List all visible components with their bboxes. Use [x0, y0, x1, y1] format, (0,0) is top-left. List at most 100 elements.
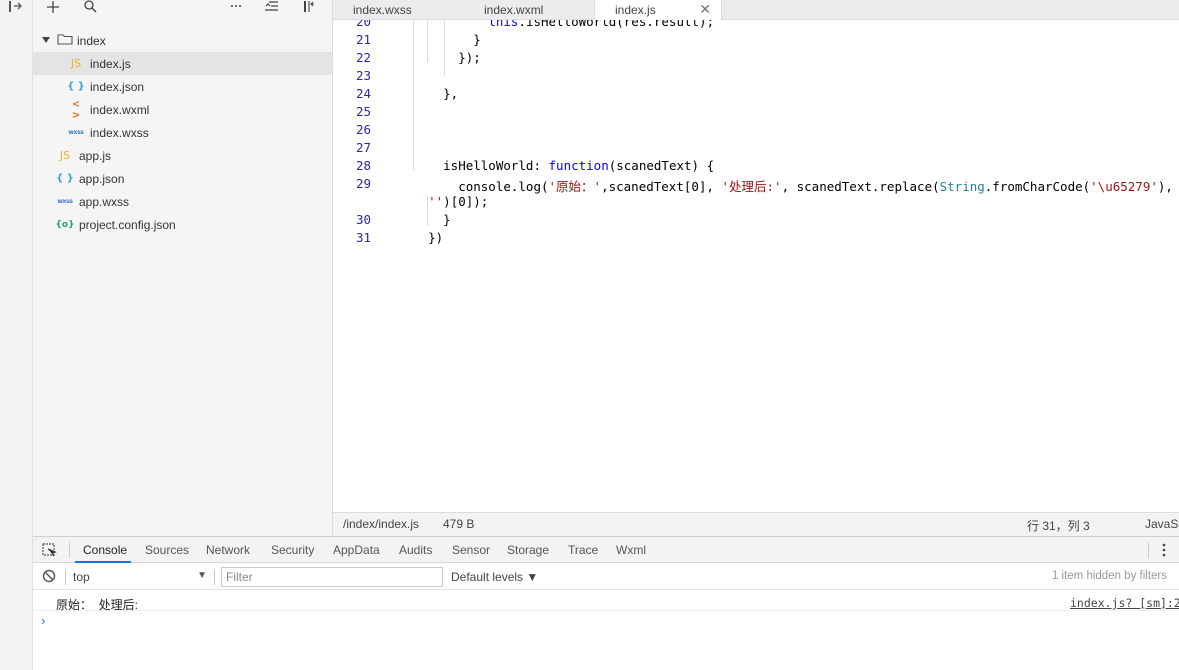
inspect-element-icon[interactable] — [42, 543, 57, 561]
code-line[interactable]: isHelloWorld: function(scanedText) { — [398, 158, 714, 173]
folder-icon — [57, 33, 73, 48]
hidden-items-note: 1 item hidden by filters — [1051, 570, 1167, 582]
tree-item[interactable]: < > index.wxml — [33, 98, 332, 121]
indent-guide — [444, 20, 445, 76]
console-prompt-icon[interactable]: › — [41, 613, 45, 628]
tree-item-label: app.js — [79, 148, 112, 163]
active-tab-indicator — [75, 561, 131, 563]
js-file-icon: JS — [59, 149, 71, 162]
kebab-menu-icon[interactable] — [1161, 542, 1167, 561]
divider — [69, 542, 70, 558]
tree-item-label: index — [77, 33, 106, 48]
tree-item-label: app.json — [79, 171, 125, 186]
tree-item[interactable]: {o} project.config.json — [33, 213, 332, 236]
filter-input[interactable] — [221, 567, 443, 587]
activity-strip — [0, 0, 33, 670]
code-line[interactable]: console.log('原始：',scanedText[0], '处理后:',… — [398, 176, 1173, 195]
toggle-panel-icon[interactable] — [7, 0, 25, 14]
tree-item-label: index.js — [90, 56, 131, 71]
tree-item-label: index.wxml — [90, 102, 150, 117]
tree-item[interactable]: wxss index.wxss — [33, 121, 332, 144]
context-selector[interactable]: top ▼ — [69, 567, 209, 587]
code-line[interactable]: }, — [398, 86, 458, 101]
console-log-row: 原始： 处理后: index.js? [sm]:29 — [33, 591, 1179, 612]
devtools-tab-storage[interactable]: Storage — [507, 543, 549, 557]
line-number: 21 — [355, 32, 371, 47]
tree-item-label: index.wxss — [90, 125, 149, 140]
cfg-file-icon: {o} — [55, 219, 75, 230]
line-number: 30 — [355, 212, 371, 227]
devtools-tab-sources[interactable]: Sources — [145, 543, 189, 557]
log-source-link[interactable]: index.js? [sm]:29 — [1070, 596, 1179, 610]
line-number: 24 — [355, 86, 371, 101]
indent-guide — [413, 20, 414, 170]
file-size: 479 B — [443, 517, 475, 531]
editor-tab-bar: index.wxss index.wxml index.js ✕ — [333, 0, 1179, 20]
devtools-tab-appdata[interactable]: AppData — [333, 543, 380, 557]
line-number: 28 — [355, 158, 371, 173]
devtools-tab-bar: Console Sources Network Security AppData Audi… — [33, 537, 1179, 563]
divider — [1148, 542, 1149, 558]
line-number: 25 — [355, 104, 371, 119]
log-levels-dropdown[interactable]: Default levels ▼ — [451, 570, 538, 584]
json-file-icon: { } — [67, 81, 85, 92]
log-message: 原始： 处理后: — [56, 598, 139, 612]
language-mode[interactable]: JavaScript — [1145, 517, 1179, 531]
wxss-file-icon: wxss — [57, 198, 73, 205]
collapse-all-icon[interactable] — [264, 0, 280, 14]
code-line[interactable]: '')[0]); — [398, 194, 488, 209]
tree-item[interactable]: { } index.json — [33, 75, 332, 98]
divider — [65, 569, 66, 585]
file-path: /index/index.js — [343, 517, 420, 531]
code-editor[interactable]: 20 this.isHelloWorld(res.result); 21 } 22 … — [333, 20, 1179, 512]
indent-guide — [427, 20, 428, 62]
line-number: 23 — [355, 68, 371, 83]
tree-item[interactable]: JS app.js — [33, 144, 332, 167]
tree-item-label: index.json — [90, 79, 145, 94]
devtools-panel: Console Sources Network Security AppData Audi… — [33, 536, 1179, 670]
search-icon[interactable] — [82, 0, 98, 14]
code-line[interactable]: this.isHelloWorld(res.result); — [398, 20, 714, 29]
devtools-tab-network[interactable]: Network — [206, 543, 250, 557]
code-line[interactable]: }); — [398, 50, 481, 65]
tab-index-js[interactable]: index.js ✕ — [594, 0, 722, 20]
line-number: 26 — [355, 122, 371, 137]
devtools-tab-trace[interactable]: Trace — [568, 543, 598, 557]
js-file-icon: JS — [70, 57, 82, 70]
devtools-tab-wxml[interactable]: Wxml — [616, 543, 646, 557]
line-number: 20 — [355, 20, 371, 29]
wxss-file-icon: wxss — [68, 129, 84, 136]
file-explorer: index JS index.js { } index.json < > index.wxm… — [33, 0, 333, 536]
divider — [214, 569, 215, 585]
tree-item[interactable]: JS index.js — [33, 52, 332, 75]
clear-console-icon[interactable] — [42, 569, 56, 586]
tree-item[interactable]: index — [33, 29, 332, 52]
more-icon[interactable] — [228, 0, 244, 14]
tab-label: index.wxss — [353, 2, 412, 17]
tree-item[interactable]: { } app.json — [33, 167, 332, 190]
code-line[interactable]: } — [398, 32, 481, 47]
add-icon[interactable] — [45, 0, 61, 14]
caret-down-icon[interactable] — [41, 34, 51, 48]
dropdown-arrow-icon: ▼ — [197, 570, 207, 581]
cursor-position[interactable]: 行 31，列 3 — [1027, 517, 1090, 534]
context-value: top — [73, 570, 90, 584]
line-number: 22 — [355, 50, 371, 65]
devtools-tab-sensor[interactable]: Sensor — [452, 543, 490, 557]
tree-item[interactable]: wxss app.wxss — [33, 190, 332, 213]
hide-panel-icon[interactable] — [302, 0, 318, 14]
code-line[interactable]: }) — [398, 230, 443, 245]
line-number: 27 — [355, 140, 371, 155]
explorer-toolbar — [33, 0, 333, 16]
devtools-tab-audits[interactable]: Audits — [399, 543, 432, 557]
close-icon[interactable]: ✕ — [699, 1, 711, 18]
devtools-tab-console[interactable]: Console — [83, 543, 127, 557]
status-bar: /index/index.js 479 B 行 31，列 3 JavaScrip… — [333, 512, 1179, 536]
tree-item-label: app.wxss — [79, 194, 130, 209]
devtools-tab-security[interactable]: Security — [271, 543, 314, 557]
code-line[interactable]: } — [398, 212, 451, 227]
tab-index-wxss[interactable]: index.wxss — [333, 0, 463, 19]
line-number: 31 — [355, 230, 371, 245]
tab-index-wxml[interactable]: index.wxml — [464, 0, 594, 19]
console-filter-bar: top ▼ Default levels ▼ 1 item hidden by … — [33, 564, 1179, 590]
